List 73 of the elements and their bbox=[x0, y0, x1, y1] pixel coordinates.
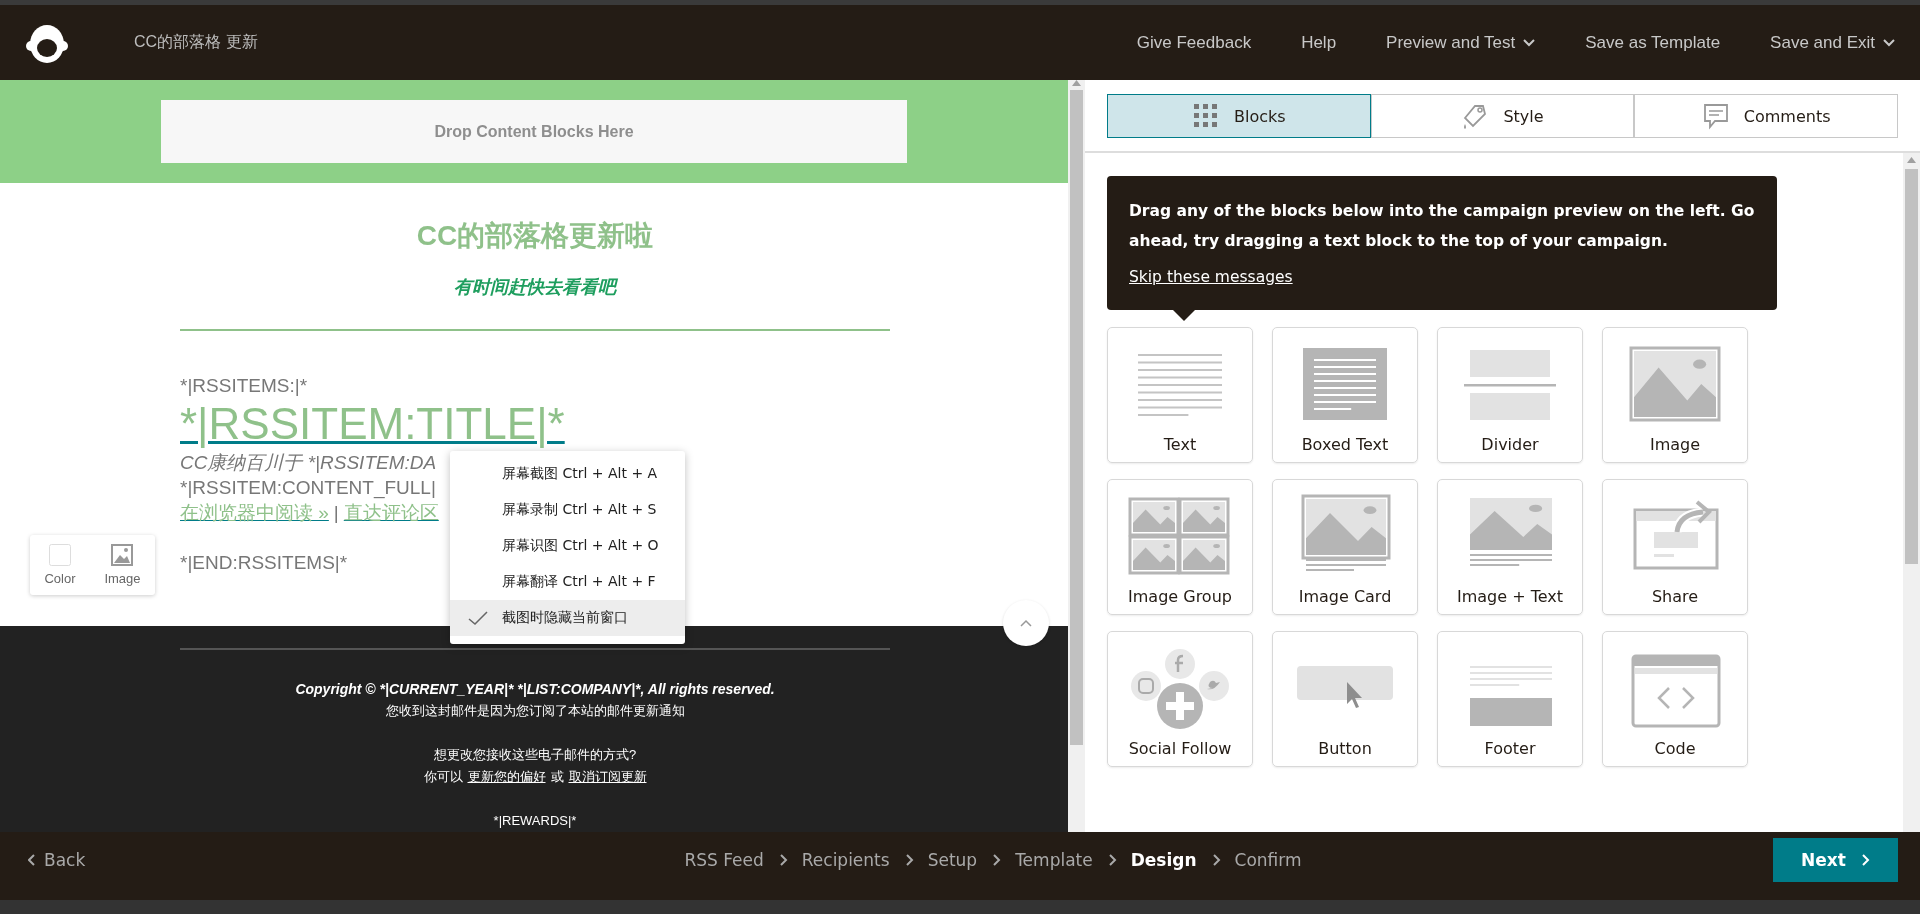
chevron-icon bbox=[903, 854, 914, 866]
menu-link[interactable]: Help bbox=[1301, 32, 1337, 53]
wizard-step[interactable]: RSS Feed bbox=[684, 850, 764, 870]
merge-tag: *|RSSITEM:CONTENT_FULL| bbox=[180, 474, 436, 500]
menu-link[interactable]: Give Feedback bbox=[1136, 32, 1252, 53]
scroll-up-icon[interactable] bbox=[1907, 157, 1916, 163]
check-icon bbox=[468, 611, 488, 625]
separator: | bbox=[333, 500, 339, 525]
merge-tag: *|REWARDS|* bbox=[493, 810, 577, 832]
footer-text: 你可以 bbox=[423, 768, 463, 786]
content-block[interactable]: Text bbox=[1107, 327, 1253, 463]
image-icon bbox=[111, 544, 134, 566]
panel-tab[interactable]: Style bbox=[1370, 94, 1635, 138]
drop-zone: Drop Content Blocks Here bbox=[161, 100, 907, 163]
button-cursor-icon bbox=[1297, 666, 1393, 708]
content-block[interactable]: Share bbox=[1602, 479, 1748, 615]
chevron-icon bbox=[1106, 854, 1117, 866]
wizard-step[interactable]: Template bbox=[1015, 850, 1093, 870]
comment-icon bbox=[1701, 102, 1730, 130]
menu-item[interactable]: 屏幕识图 Ctrl + Alt + O bbox=[450, 528, 685, 564]
scrollbar[interactable] bbox=[1903, 153, 1920, 832]
chevron-right-icon bbox=[1859, 854, 1870, 866]
content-block[interactable]: Divider bbox=[1437, 327, 1583, 463]
caret-icon bbox=[1883, 38, 1895, 47]
wizard-step[interactable]: Recipients bbox=[801, 850, 890, 870]
content-block[interactable]: Button bbox=[1272, 631, 1418, 767]
menu-item[interactable]: 屏幕录制 Ctrl + Alt + S bbox=[450, 492, 685, 528]
image-button[interactable]: Image bbox=[100, 544, 145, 586]
tooltip-text: Drag any of the blocks below into the campaign preview on the left. Go ahead, try dragging a text block to the top of your campaign. bbox=[1129, 201, 1755, 252]
chevron-icon bbox=[1210, 854, 1221, 866]
menu-link[interactable]: Preview and Test bbox=[1386, 32, 1536, 53]
footer-text: 您收到这封邮件是因为您订阅了本站的邮件更新通知 bbox=[385, 702, 685, 720]
preferences-link[interactable]: 更新您的偏好 bbox=[467, 766, 546, 788]
chevron-left-icon bbox=[28, 854, 36, 866]
swatch-icon bbox=[48, 544, 71, 566]
menu-item[interactable]: 截图时隐藏当前窗口 bbox=[450, 600, 685, 636]
skip-messages-link[interactable]: Skip these messages bbox=[1129, 262, 1293, 292]
footer-text: 或 bbox=[550, 768, 564, 786]
email-subheading: 有时间赶快去看看吧 bbox=[453, 275, 619, 299]
color-button[interactable]: Color bbox=[40, 544, 80, 586]
footer-text: 想更改您接收这些电子邮件的方式? bbox=[433, 746, 637, 764]
panel-tab[interactable]: Blocks bbox=[1107, 94, 1371, 138]
merge-tag: *|RSSITEMS:|* bbox=[180, 372, 308, 398]
back-button[interactable]: Back bbox=[28, 850, 328, 870]
chevron-icon bbox=[991, 854, 1002, 866]
content-block[interactable]: Social Follow bbox=[1107, 631, 1253, 767]
menu-link[interactable]: Save as Template bbox=[1585, 32, 1721, 53]
content-block[interactable]: Code bbox=[1602, 631, 1748, 767]
content-block[interactable]: Boxed Text bbox=[1272, 327, 1418, 463]
scrollbar[interactable] bbox=[1068, 80, 1085, 832]
chevron-icon bbox=[777, 854, 788, 866]
chevron-up-icon bbox=[1020, 619, 1032, 627]
content-block[interactable]: Image + Text bbox=[1437, 479, 1583, 615]
content-block[interactable]: Image Card bbox=[1272, 479, 1418, 615]
merge-tag: *|END:RSSITEMS|* bbox=[180, 549, 348, 575]
campaign-title: CC的部落格 更新 bbox=[134, 32, 258, 52]
menu-item[interactable]: 屏幕翻译 Ctrl + Alt + F bbox=[450, 564, 685, 600]
content-block[interactable]: Image Group bbox=[1107, 479, 1253, 615]
caret-icon bbox=[1523, 38, 1536, 47]
post-meta: CC康纳百川于 *|RSSITEM:DA bbox=[180, 450, 437, 475]
unsubscribe-link[interactable]: 取消订阅更新 bbox=[568, 766, 647, 788]
next-button[interactable]: Next bbox=[1773, 838, 1898, 882]
menu-link[interactable]: Save and Exit bbox=[1770, 32, 1895, 53]
wizard-step[interactable]: Setup bbox=[927, 850, 978, 870]
menu-item[interactable]: 屏幕截图 Ctrl + Alt + A bbox=[450, 456, 685, 492]
wizard-step[interactable]: Confirm bbox=[1234, 850, 1302, 870]
wizard-step[interactable]: Design bbox=[1130, 850, 1197, 870]
panel-tab[interactable]: Comments bbox=[1634, 94, 1898, 138]
email-heading: CC的部落格更新啦 bbox=[415, 218, 655, 253]
copyright-text: Copyright © *|CURRENT_YEAR|* *|LIST:COMPANY|*, All rights reserved. bbox=[295, 680, 775, 699]
scroll-top-button[interactable] bbox=[1003, 600, 1049, 646]
content-block[interactable]: Footer bbox=[1437, 631, 1583, 767]
content-block[interactable]: Image bbox=[1602, 327, 1748, 463]
